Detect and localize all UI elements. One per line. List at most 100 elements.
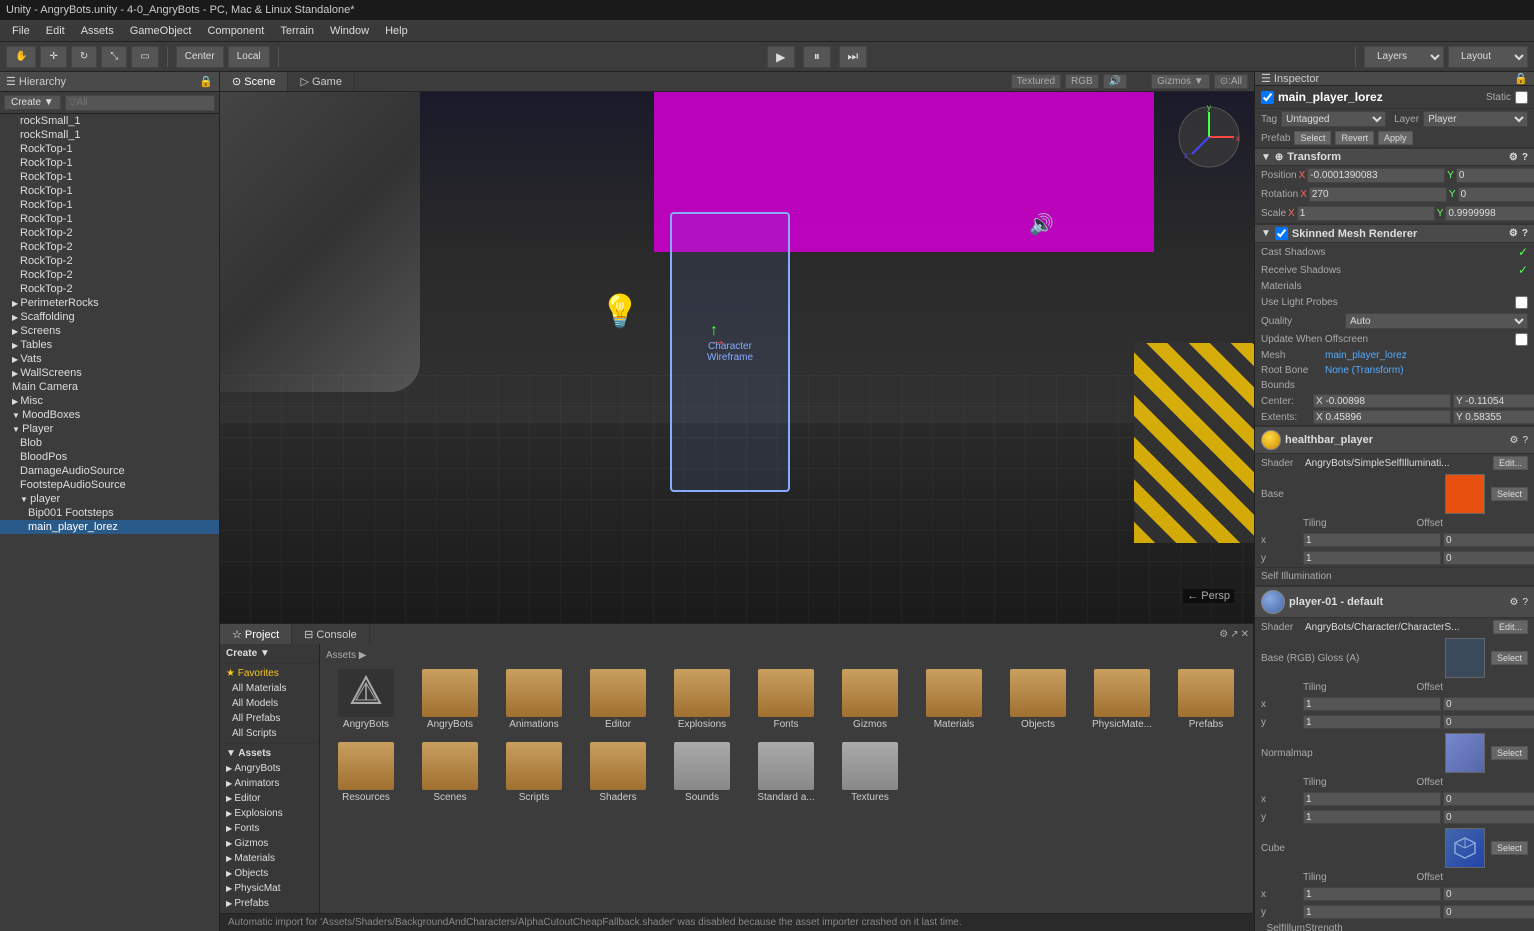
base-tiling-y-field[interactable] <box>1303 551 1441 565</box>
h-item[interactable]: RockTop-2 <box>0 254 219 268</box>
rotation-y[interactable] <box>1458 187 1534 202</box>
tool-move[interactable]: ✛ <box>40 46 66 68</box>
asset-unity-logo[interactable]: AngryBots <box>326 665 406 734</box>
h-item-player[interactable]: Player <box>0 422 219 436</box>
h-item[interactable]: RockTop-1 <box>0 142 219 156</box>
h-item[interactable]: RockTop-2 <box>0 282 219 296</box>
cube-tiling-x-field[interactable] <box>1303 887 1441 901</box>
h-item-perimeterrocks[interactable]: PerimeterRocks <box>0 296 219 310</box>
menu-file[interactable]: File <box>4 25 38 37</box>
rotation-x[interactable] <box>1309 187 1447 202</box>
asset-prefabs[interactable]: Prefabs <box>1166 665 1246 734</box>
project-icon-2[interactable]: ↗ <box>1230 629 1238 640</box>
h-item-scaffolding[interactable]: Scaffolding <box>0 310 219 324</box>
center-y[interactable] <box>1453 394 1534 408</box>
sidebar-all-models[interactable]: All Models <box>222 696 317 711</box>
menu-assets[interactable]: Assets <box>73 25 122 37</box>
h-item[interactable]: RockTop-1 <box>0 198 219 212</box>
base-rgb-select-btn[interactable]: Select <box>1491 651 1528 665</box>
asset-sounds[interactable]: Sounds <box>662 738 742 807</box>
transform-help[interactable]: ? <box>1522 152 1528 163</box>
center-x[interactable] <box>1313 394 1451 408</box>
base-color-swatch[interactable] <box>1445 474 1485 514</box>
nm-offset-x[interactable] <box>1443 792 1534 806</box>
asset-scripts[interactable]: Scripts <box>494 738 574 807</box>
scale-x[interactable] <box>1297 206 1435 221</box>
h-item[interactable]: RockTop-1 <box>0 156 219 170</box>
scale-y[interactable] <box>1445 206 1534 221</box>
h-item[interactable]: RockTop-2 <box>0 226 219 240</box>
scene-toolbar-textured[interactable]: Textured <box>1011 74 1061 89</box>
prefab-apply-btn[interactable]: Apply <box>1378 131 1413 145</box>
center-button[interactable]: Center <box>176 46 224 68</box>
sidebar-physicmat[interactable]: PhysicMat <box>222 881 317 896</box>
cube-offset-y-field[interactable] <box>1443 905 1534 919</box>
asset-fonts[interactable]: Fonts <box>746 665 826 734</box>
transform-settings[interactable]: ⚙ <box>1509 152 1518 163</box>
extents-y[interactable] <box>1453 410 1534 424</box>
h-item-tables[interactable]: Tables <box>0 338 219 352</box>
asset-angrybots[interactable]: AngryBots <box>410 665 490 734</box>
tag-select[interactable]: Untagged <box>1281 111 1386 127</box>
h-item-bip001[interactable]: Bip001 Footsteps <box>0 506 219 520</box>
position-x[interactable] <box>1307 168 1445 183</box>
position-y[interactable] <box>1456 168 1534 183</box>
asset-physicmate[interactable]: PhysicMate... <box>1082 665 1162 734</box>
h-item-maincamera[interactable]: Main Camera <box>0 380 219 394</box>
h-item-vats[interactable]: Vats <box>0 352 219 366</box>
skinned-enabled-checkbox[interactable] <box>1275 227 1288 240</box>
tool-rotate[interactable]: ↻ <box>71 46 97 68</box>
asset-resources[interactable]: Resources <box>326 738 406 807</box>
tab-project[interactable]: ☆ Project <box>220 624 292 644</box>
layout-dropdown[interactable]: Layout <box>1448 46 1528 68</box>
healthbar-settings[interactable]: ⚙ <box>1509 435 1518 446</box>
static-checkbox[interactable] <box>1515 91 1528 104</box>
tool-scale[interactable]: ⤡ <box>101 46 127 68</box>
hierarchy-lock-icon[interactable]: 🔒 <box>199 75 213 88</box>
project-icon-3[interactable]: ✕ <box>1241 629 1249 640</box>
base-offset-y-field[interactable] <box>1443 551 1534 565</box>
use-light-probes-checkbox[interactable] <box>1515 296 1528 309</box>
extents-x[interactable] <box>1313 410 1451 424</box>
m2-offset-x[interactable] <box>1443 697 1534 711</box>
h-item-wallscreens[interactable]: WallScreens <box>0 366 219 380</box>
transform-fold-icon[interactable]: ▼ <box>1261 152 1271 163</box>
tool-hand[interactable]: ✋ <box>6 46 36 68</box>
asset-shaders[interactable]: Shaders <box>578 738 658 807</box>
h-item-footstepaudio[interactable]: FootstepAudioSource <box>0 478 219 492</box>
object-active-checkbox[interactable] <box>1261 91 1274 104</box>
healthbar-help[interactable]: ? <box>1522 435 1528 446</box>
asset-textures[interactable]: Textures <box>830 738 910 807</box>
local-button[interactable]: Local <box>228 46 270 68</box>
sidebar-animators[interactable]: Animators <box>222 776 317 791</box>
h-item-damageaudio[interactable]: DamageAudioSource <box>0 464 219 478</box>
sidebar-angrybots[interactable]: AngryBots <box>222 761 317 776</box>
cube-swatch[interactable] <box>1445 828 1485 868</box>
menu-window[interactable]: Window <box>322 25 377 37</box>
project-icon-1[interactable]: ⚙ <box>1219 629 1228 640</box>
asset-standard[interactable]: Standard a... <box>746 738 826 807</box>
base-tiling-x-field[interactable] <box>1303 533 1441 547</box>
nm-tiling-y[interactable] <box>1303 810 1441 824</box>
scene-toolbar-gizmos[interactable]: Gizmos ▼ <box>1151 74 1210 89</box>
cube-offset-x-field[interactable] <box>1443 887 1534 901</box>
menu-terrain[interactable]: Terrain <box>272 25 322 37</box>
h-item[interactable]: rockSmall_1 <box>0 114 219 128</box>
asset-explosions[interactable]: Explosions <box>662 665 742 734</box>
quality-select[interactable]: Auto <box>1345 313 1528 329</box>
sidebar-gizmos[interactable]: Gizmos <box>222 836 317 851</box>
sidebar-fonts[interactable]: Fonts <box>222 821 317 836</box>
asset-animations[interactable]: Animations <box>494 665 574 734</box>
step-button[interactable]: ⏭ <box>839 46 867 68</box>
material2-settings[interactable]: ⚙ <box>1509 597 1518 608</box>
m2-tiling-y[interactable] <box>1303 715 1441 729</box>
update-offscreen-checkbox[interactable] <box>1515 333 1528 346</box>
sidebar-all-materials[interactable]: All Materials <box>222 681 317 696</box>
h-item[interactable]: RockTop-1 <box>0 212 219 226</box>
asset-objects[interactable]: Objects <box>998 665 1078 734</box>
nm-tiling-x[interactable] <box>1303 792 1441 806</box>
layer-select[interactable]: Player <box>1423 111 1528 127</box>
material2-edit-btn[interactable]: Edit... <box>1493 620 1528 634</box>
sidebar-objects[interactable]: Objects <box>222 866 317 881</box>
skinned-fold-icon[interactable]: ▼ <box>1261 228 1271 239</box>
